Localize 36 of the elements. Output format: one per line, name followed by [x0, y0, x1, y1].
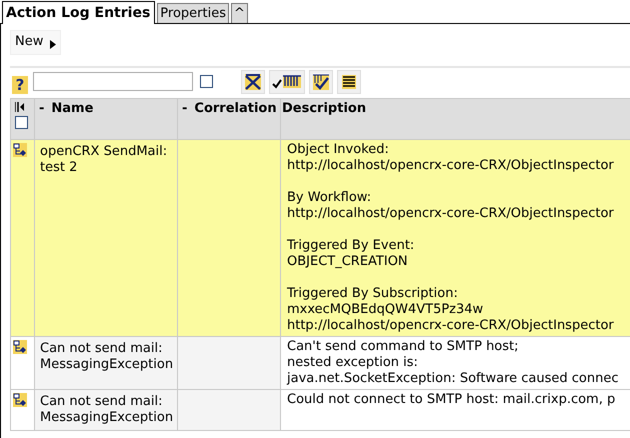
table-row[interactable]: [10, 140, 630, 336]
description-line: By Workflow:: [287, 190, 372, 206]
delete-icon[interactable]: [241, 70, 265, 94]
tab[interactable]: Action Log Entries: [2, 1, 156, 24]
name-cell: Can not send mail: MessagingException: [40, 341, 174, 372]
description-line: Could not connect to SMTP host: mail.crixp.com, p: [287, 392, 616, 408]
description-line: http://localhost/opencrx-core-CRX/ObjectInspector: [287, 158, 615, 174]
check-icon[interactable]: [309, 70, 333, 94]
description-line: mxxecMQBEdqQW4VT5Pz34w: [287, 302, 484, 318]
select-all-checkbox[interactable]: [15, 116, 28, 129]
description-line: java.net.SocketException: Software caused connec: [287, 371, 620, 387]
description-line: Triggered By Event:: [287, 238, 416, 254]
caret-icon: [50, 40, 56, 49]
description-line: Triggered By Subscription:: [287, 286, 459, 302]
sort-marker[interactable]: -: [182, 101, 188, 116]
description-line: http://localhost/opencrx-core-CRX/ObjectInspector: [287, 318, 615, 334]
description-line: nested exception is:: [287, 355, 419, 371]
tab[interactable]: ^: [230, 3, 248, 23]
tab[interactable]: Properties: [157, 3, 229, 23]
help-icon[interactable]: ?: [12, 76, 28, 94]
new-menu-button[interactable]: New: [10, 30, 62, 55]
search-field[interactable]: [33, 72, 193, 91]
sort-marker[interactable]: -: [39, 101, 44, 116]
description-line: Object Invoked:: [287, 142, 390, 158]
collapse-columns-icon[interactable]: [15, 102, 25, 112]
name-cell: Can not send mail: MessagingException: [40, 394, 174, 425]
column-header[interactable]: Correlation: [194, 101, 277, 116]
description-line: OBJECT_CREATION: [287, 254, 409, 270]
column-header[interactable]: Description: [282, 101, 366, 116]
check-columns-icon[interactable]: [269, 70, 305, 94]
description-line: http://localhost/opencrx-core-CRX/ObjectInspector: [287, 206, 615, 222]
list-icon[interactable]: [337, 70, 361, 94]
description-line: Can't send command to SMTP host;: [287, 339, 520, 355]
column-header[interactable]: Name: [51, 101, 94, 116]
checkbox[interactable]: [200, 75, 213, 88]
name-cell: openCRX SendMail: test 2: [40, 144, 168, 175]
